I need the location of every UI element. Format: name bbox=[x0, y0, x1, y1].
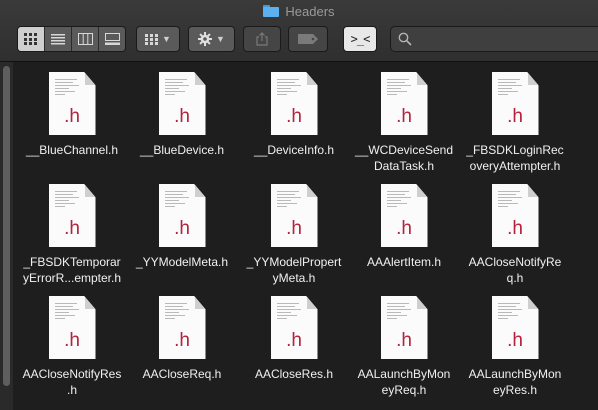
file-item[interactable]: .h _YYModelPropert yMeta.h bbox=[239, 184, 349, 286]
share-button[interactable] bbox=[243, 26, 281, 52]
list-view-button[interactable] bbox=[45, 27, 72, 51]
file-item[interactable]: .h AALaunchByMon eyRes.h bbox=[460, 296, 570, 398]
file-item[interactable]: .h AACloseNotifyRe q.h bbox=[460, 184, 570, 286]
file-extension-label: .h bbox=[286, 106, 302, 127]
share-icon bbox=[256, 32, 268, 46]
header-file-icon: .h bbox=[48, 184, 96, 247]
file-item[interactable]: .h __WCDeviceSend DataTask.h bbox=[349, 72, 459, 174]
scrollbar-thumb[interactable] bbox=[3, 66, 10, 386]
file-item[interactable]: .h AACloseReq.h bbox=[127, 296, 237, 382]
grid-icon bbox=[145, 33, 159, 45]
search-input[interactable] bbox=[416, 31, 590, 47]
header-file-icon: .h bbox=[491, 296, 539, 359]
toolbar: ▼ ▼ >_< bbox=[0, 26, 598, 52]
file-icon-grid: .h __BlueChannel.h .h __BlueDevice.h .h __Dev… bbox=[0, 62, 598, 410]
file-name: __WCDeviceSend DataTask.h bbox=[354, 143, 454, 173]
file-name: AACloseReq.h bbox=[142, 367, 222, 381]
file-item[interactable]: .h _FBSDKLoginRec overyAttempter.h bbox=[460, 72, 570, 174]
header-file-icon: .h bbox=[270, 184, 318, 247]
header-file-icon: .h bbox=[270, 72, 318, 135]
file-name: AACloseRes.h bbox=[254, 367, 334, 381]
terminal-icon: >_< bbox=[350, 32, 371, 46]
view-mode-control bbox=[17, 26, 126, 52]
file-extension-label: .h bbox=[396, 218, 412, 239]
file-extension-label: .h bbox=[507, 218, 523, 239]
header-file-icon: .h bbox=[380, 296, 428, 359]
columns-icon bbox=[77, 33, 93, 45]
file-item[interactable]: .h AAAlertItem.h bbox=[349, 184, 459, 270]
file-extension-label: .h bbox=[396, 330, 412, 351]
gallery-icon bbox=[104, 33, 120, 45]
file-extension-label: .h bbox=[64, 218, 80, 239]
file-extension-label: .h bbox=[396, 106, 412, 127]
file-item[interactable]: .h __BlueDevice.h bbox=[127, 72, 237, 158]
list-icon bbox=[51, 33, 65, 44]
grid-icon bbox=[24, 33, 37, 45]
header-file-icon: .h bbox=[48, 72, 96, 135]
tag-icon bbox=[298, 34, 318, 44]
file-name: AALaunchByMon eyRes.h bbox=[468, 367, 562, 397]
file-item[interactable]: .h _YYModelMeta.h bbox=[127, 184, 237, 270]
file-name: AACloseNotifyRe q.h bbox=[468, 255, 562, 285]
header-file-icon: .h bbox=[158, 184, 206, 247]
file-name: __BlueChannel.h bbox=[25, 143, 119, 157]
file-name: _YYModelMeta.h bbox=[135, 255, 229, 269]
chevron-down-icon: ▼ bbox=[162, 34, 171, 44]
file-extension-label: .h bbox=[174, 330, 190, 351]
header-file-icon: .h bbox=[380, 72, 428, 135]
gear-icon bbox=[198, 32, 213, 46]
gallery-view-button[interactable] bbox=[99, 27, 125, 51]
file-extension-label: .h bbox=[286, 330, 302, 351]
header-file-icon: .h bbox=[491, 184, 539, 247]
file-name: AACloseNotifyRes .h bbox=[22, 367, 122, 397]
icon-view-button[interactable] bbox=[18, 27, 45, 51]
group-by-button[interactable]: ▼ bbox=[136, 26, 180, 52]
file-name: AAAlertItem.h bbox=[366, 255, 442, 269]
file-name: AALaunchByMon eyReq.h bbox=[357, 367, 451, 397]
header-file-icon: .h bbox=[270, 296, 318, 359]
tag-button[interactable] bbox=[288, 26, 328, 52]
header-file-icon: .h bbox=[158, 296, 206, 359]
search-icon bbox=[398, 32, 412, 46]
terminal-button[interactable]: >_< bbox=[343, 26, 377, 52]
scrollbar[interactable] bbox=[0, 62, 13, 410]
search-field[interactable] bbox=[390, 26, 598, 52]
file-extension-label: .h bbox=[507, 330, 523, 351]
window-title-text: Headers bbox=[285, 3, 335, 19]
file-name: _YYModelPropert yMeta.h bbox=[246, 255, 342, 285]
action-button[interactable]: ▼ bbox=[188, 26, 235, 52]
file-item[interactable]: .h AALaunchByMon eyReq.h bbox=[349, 296, 459, 398]
file-extension-label: .h bbox=[286, 218, 302, 239]
header-file-icon: .h bbox=[48, 296, 96, 359]
file-item[interactable]: .h _FBSDKTemporar yErrorR...empter.h bbox=[17, 184, 127, 286]
file-extension-label: .h bbox=[64, 330, 80, 351]
window-title: Headers bbox=[0, 2, 598, 20]
file-extension-label: .h bbox=[174, 106, 190, 127]
file-extension-label: .h bbox=[174, 218, 190, 239]
header-file-icon: .h bbox=[380, 184, 428, 247]
folder-icon bbox=[263, 5, 280, 17]
file-name: __BlueDevice.h bbox=[139, 143, 225, 157]
chevron-down-icon: ▼ bbox=[216, 34, 225, 44]
window-toolbar: Headers ▼ ▼ >_< bbox=[0, 0, 598, 62]
file-item[interactable]: .h __DeviceInfo.h bbox=[239, 72, 349, 158]
file-item[interactable]: .h AACloseNotifyRes .h bbox=[17, 296, 127, 398]
column-view-button[interactable] bbox=[72, 27, 99, 51]
file-item[interactable]: .h __BlueChannel.h bbox=[17, 72, 127, 158]
header-file-icon: .h bbox=[491, 72, 539, 135]
header-file-icon: .h bbox=[158, 72, 206, 135]
file-item[interactable]: .h AACloseRes.h bbox=[239, 296, 349, 382]
file-extension-label: .h bbox=[507, 106, 523, 127]
file-name: _FBSDKLoginRec overyAttempter.h bbox=[466, 143, 564, 173]
file-name: _FBSDKTemporar yErrorR...empter.h bbox=[22, 255, 122, 285]
file-name: __DeviceInfo.h bbox=[253, 143, 335, 157]
file-extension-label: .h bbox=[64, 106, 80, 127]
